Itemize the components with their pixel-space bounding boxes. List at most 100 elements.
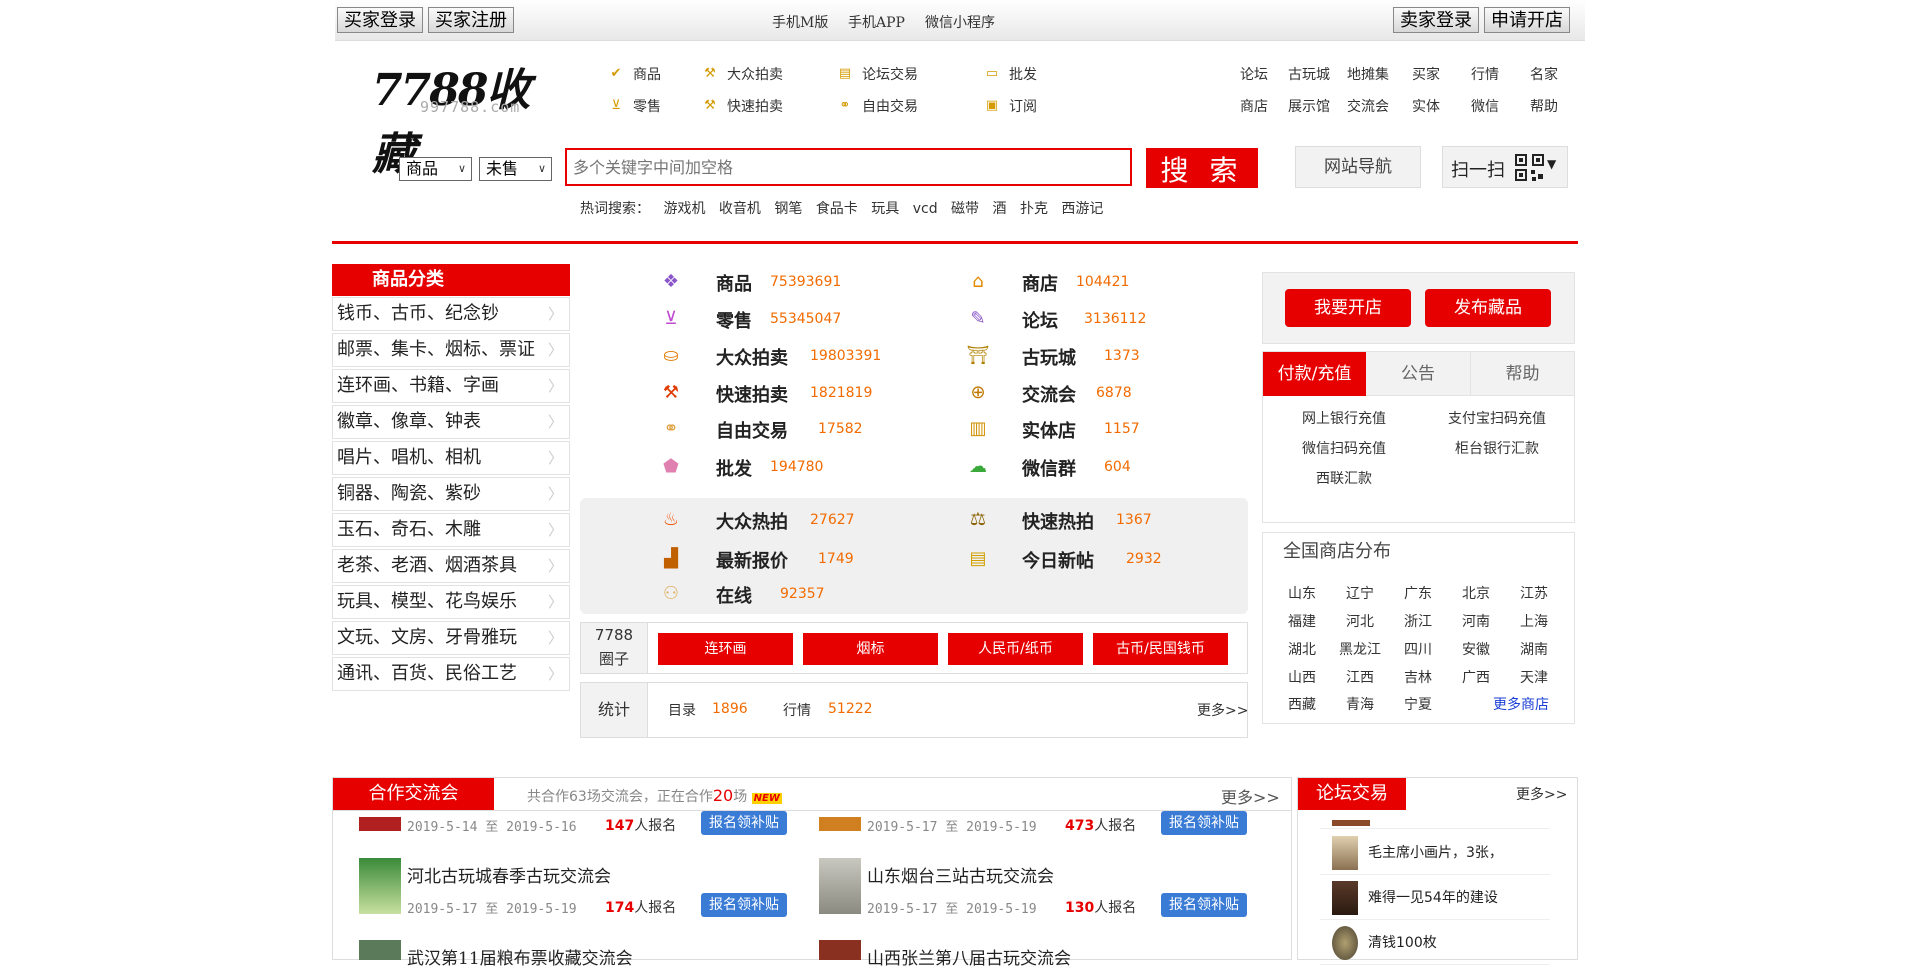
province-link[interactable]: 宁夏 <box>1393 694 1443 714</box>
category-item[interactable]: 玉石、奇石、木雕〉 <box>332 513 570 547</box>
open-shop-action-button[interactable]: 我要开店 <box>1285 289 1411 327</box>
category-item[interactable]: 通讯、百货、民俗工艺〉 <box>332 657 570 691</box>
category-item[interactable]: 唱片、唱机、相机〉 <box>332 441 570 475</box>
nav-goods[interactable]: ✔ 商品 <box>607 64 661 84</box>
event-title[interactable]: 武汉第11届粮布票收藏交流会 <box>407 944 633 969</box>
hot-word[interactable]: 食品卡 <box>816 201 867 217</box>
circle-tag[interactable]: 人民币/纸币 <box>948 633 1083 665</box>
wechat-mini-link[interactable]: 微信小程序 <box>925 12 995 32</box>
category-item[interactable]: 徽章、像章、钟表〉 <box>332 405 570 439</box>
province-link[interactable]: 四川 <box>1393 639 1443 659</box>
province-link[interactable]: 天津 <box>1509 667 1559 687</box>
stat-exchange[interactable]: 交流会 <box>1022 381 1076 407</box>
rnav-exchange[interactable]: 交流会 <box>1347 96 1389 116</box>
mobile-m-link[interactable]: 手机M版 <box>772 12 828 32</box>
category-item[interactable]: 玩具、模型、花鸟娱乐〉 <box>332 585 570 619</box>
province-link[interactable]: 广西 <box>1451 667 1501 687</box>
province-link[interactable]: 江西 <box>1335 667 1385 687</box>
hot-word[interactable]: 钢笔 <box>774 201 811 217</box>
province-link[interactable]: 北京 <box>1451 583 1501 603</box>
rnav-help[interactable]: 帮助 <box>1530 96 1558 116</box>
category-item[interactable]: 铜器、陶瓷、紫砂〉 <box>332 477 570 511</box>
province-link[interactable]: 广东 <box>1393 583 1443 603</box>
hot-word[interactable]: 西游记 <box>1061 201 1112 217</box>
stat-public-auction[interactable]: 大众拍卖 <box>716 344 788 370</box>
search-button[interactable]: 搜 索 <box>1146 148 1258 188</box>
hot-word[interactable]: 玩具 <box>871 201 908 217</box>
tab-payment[interactable]: 付款/充值 <box>1263 352 1366 396</box>
province-link[interactable]: 江苏 <box>1509 583 1559 603</box>
hot-word[interactable]: 磁带 <box>951 201 988 217</box>
rnav-wechat[interactable]: 微信 <box>1471 96 1499 116</box>
tab-notice[interactable]: 公告 <box>1366 352 1470 396</box>
nav-quick-auction[interactable]: ⚒ 快速拍卖 <box>701 96 783 116</box>
stat-physical-store[interactable]: 实体店 <box>1022 417 1076 443</box>
event-thumbnail[interactable] <box>819 817 861 831</box>
stat-today-posts[interactable]: 今日新帖 <box>1022 547 1094 573</box>
nav-public-auction[interactable]: ⚒ 大众拍卖 <box>701 64 783 84</box>
stat-quick-auction[interactable]: 快速拍卖 <box>716 381 788 407</box>
category-item[interactable]: 钱币、古币、纪念钞〉 <box>332 297 570 331</box>
province-link[interactable]: 西藏 <box>1277 694 1327 714</box>
category-select[interactable]: 商品 ∨ <box>399 157 472 181</box>
stat-online[interactable]: 在线 <box>716 582 752 608</box>
event-title[interactable]: 山西张兰第八届古玩交流会 <box>867 944 1071 969</box>
tally-market[interactable]: 行情 <box>783 700 811 720</box>
status-select[interactable]: 未售 ∨ <box>479 157 552 181</box>
nav-wholesale[interactable]: ▭ 批发 <box>983 64 1037 84</box>
province-link[interactable]: 福建 <box>1277 611 1327 631</box>
province-link[interactable]: 辽宁 <box>1335 583 1385 603</box>
site-nav-button[interactable]: 网站导航 <box>1295 146 1421 188</box>
event-thumbnail[interactable] <box>819 858 861 914</box>
tab-help[interactable]: 帮助 <box>1470 352 1574 396</box>
province-link[interactable]: 河北 <box>1335 611 1385 631</box>
forum-item[interactable]: 清钱100枚 <box>1320 920 1550 965</box>
event-thumbnail[interactable] <box>359 858 401 914</box>
buyer-register-button[interactable]: 买家注册 <box>428 7 514 33</box>
category-item[interactable]: 文玩、文房、牙骨雅玩〉 <box>332 621 570 655</box>
event-thumbnail[interactable] <box>819 940 861 960</box>
stat-wholesale[interactable]: 批发 <box>716 455 752 481</box>
open-shop-button[interactable]: 申请开店 <box>1484 7 1570 33</box>
stat-forum[interactable]: 论坛 <box>1022 307 1058 333</box>
nav-subscribe[interactable]: ▣ 订阅 <box>983 96 1037 116</box>
rnav-gallery[interactable]: 展示馆 <box>1288 96 1330 116</box>
forum-more-link[interactable]: 更多>> <box>1516 784 1567 804</box>
pay-link[interactable]: 微信扫码充值 <box>1302 438 1386 458</box>
province-link[interactable]: 河南 <box>1451 611 1501 631</box>
more-shops-link[interactable]: 更多商店 <box>1493 694 1549 714</box>
circle-tag[interactable]: 烟标 <box>803 633 938 665</box>
event-signup-button[interactable]: 报名领补贴 <box>1161 893 1247 917</box>
stat-hot-public[interactable]: 大众热拍 <box>716 508 788 534</box>
province-link[interactable]: 湖南 <box>1509 639 1559 659</box>
stat-wechat-group[interactable]: 微信群 <box>1022 455 1076 481</box>
province-link[interactable]: 吉林 <box>1393 667 1443 687</box>
event-thumbnail[interactable] <box>359 940 401 960</box>
category-item[interactable]: 邮票、集卡、烟标、票证〉 <box>332 333 570 367</box>
tally-catalog[interactable]: 目录 <box>668 700 696 720</box>
province-link[interactable]: 黑龙江 <box>1335 639 1385 659</box>
rnav-forum[interactable]: 论坛 <box>1240 64 1268 84</box>
stat-latest-quote[interactable]: 最新报价 <box>716 547 788 573</box>
province-link[interactable]: 浙江 <box>1393 611 1443 631</box>
stat-antique-city[interactable]: 古玩城 <box>1022 344 1076 370</box>
forum-item[interactable]: 难得一见54年的建设 <box>1320 875 1550 920</box>
seller-login-button[interactable]: 卖家登录 <box>1393 7 1479 33</box>
category-item[interactable]: 连环画、书籍、字画〉 <box>332 369 570 403</box>
pay-link[interactable]: 网上银行充值 <box>1302 408 1386 428</box>
forum-item[interactable]: 毛主席小画片，3张， <box>1320 830 1550 875</box>
rnav-physical[interactable]: 实体 <box>1412 96 1440 116</box>
event-title[interactable]: 河北古玩城春季古玩交流会 <box>407 862 611 887</box>
event-thumbnail[interactable] <box>359 817 401 831</box>
category-item[interactable]: 老茶、老酒、烟酒茶具〉 <box>332 549 570 583</box>
pay-link[interactable]: 西联汇款 <box>1316 468 1372 488</box>
nav-free-trade[interactable]: ⚭ 自由交易 <box>836 96 918 116</box>
province-link[interactable]: 上海 <box>1509 611 1559 631</box>
hot-word[interactable]: 酒 <box>993 201 1016 217</box>
province-link[interactable]: 青海 <box>1335 694 1385 714</box>
tally-more-link[interactable]: 更多>> <box>1197 700 1248 720</box>
circle-tag[interactable]: 古币/民国钱币 <box>1093 633 1228 665</box>
stat-hot-quick[interactable]: 快速热拍 <box>1022 508 1094 534</box>
pay-link[interactable]: 支付宝扫码充值 <box>1448 408 1546 428</box>
pay-link[interactable]: 柜台银行汇款 <box>1455 438 1539 458</box>
